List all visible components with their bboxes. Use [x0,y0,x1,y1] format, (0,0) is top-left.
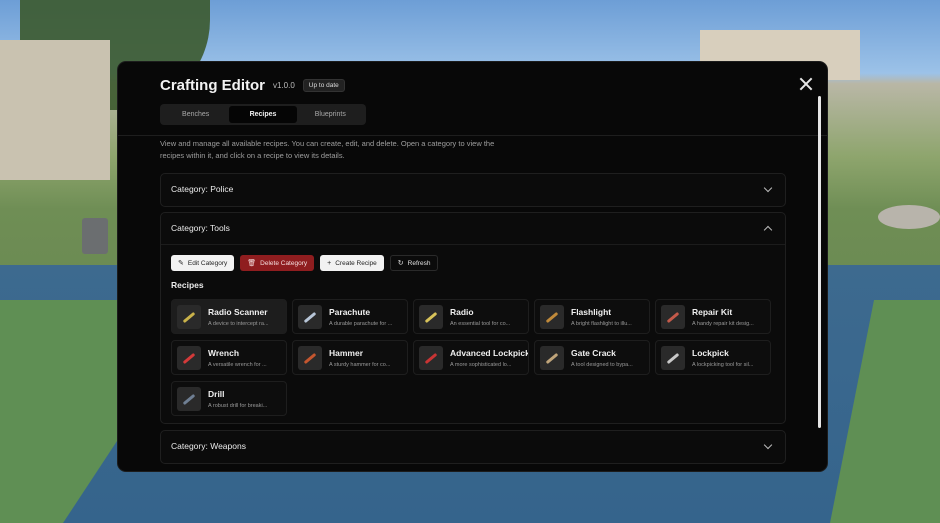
tab-recipes[interactable]: Recipes [229,106,297,123]
category-header[interactable]: Category: Police [161,174,785,204]
tab-bar: Benches Recipes Blueprints [160,104,366,125]
button-label: Refresh [407,259,431,267]
recipe-description: An essential tool for co... [450,321,511,327]
category-weapons: Category: Weapons [160,430,786,464]
recipe-description: A versatile wrench for ... [208,362,267,368]
recipe-description: A handy repair kit desig... [692,321,754,327]
recipe-description: A durable parachute for ... [329,321,393,327]
recipe-name: Lockpick [692,348,729,358]
category-title: Category: Weapons [171,441,246,451]
version-label: v1.0.0 [273,80,295,90]
refresh-icon: ↻ [397,259,404,267]
category-header[interactable]: Category: Weapons [161,431,785,461]
recipe-card[interactable]: Wrench A versatile wrench for ... [171,340,287,375]
recipe-name: Repair Kit [692,307,733,317]
recipe-name: Parachute [329,307,371,317]
category-header[interactable]: Category: Tools [161,213,785,243]
wrench-icon [177,346,201,370]
recipe-card[interactable]: Flashlight A bright flashlight to illu... [534,299,650,334]
scrollbar[interactable] [818,96,821,428]
recipe-description: A bright flashlight to illu... [571,321,632,327]
recipe-card[interactable]: Repair Kit A handy repair kit desig... [655,299,771,334]
recipe-card[interactable]: Hammer A sturdy hammer for co... [292,340,408,375]
parachute-icon [298,305,322,329]
category-tools: Category: Tools ✎ Edit Category 🗑 Delete… [160,212,786,424]
modal-title: Crafting Editor [160,76,265,94]
background-building [0,40,110,180]
crafting-editor-modal: Crafting Editor v1.0.0 Up to date Benche… [118,62,827,471]
flashlight-icon [540,305,564,329]
hammer-icon [298,346,322,370]
drill-icon [540,346,564,370]
toolbox-icon [661,305,685,329]
category-title: Category: Police [171,184,234,194]
recipe-card[interactable]: Lockpick A lockpicking tool for sil... [655,340,771,375]
button-label: Create Recipe [335,259,377,267]
category-title: Category: Tools [171,223,230,233]
recipe-description: A robust drill for breaki... [208,403,268,409]
chevron-down-icon [763,440,773,449]
recipe-name: Radio [450,307,474,317]
drill-icon [177,387,201,411]
recipe-card[interactable]: Advanced Lockpick A more sophisticated lo… [413,340,529,375]
lockpick-icon [419,346,443,370]
recipe-card[interactable]: Gate Crack A tool designed to bypa... [534,340,650,375]
recipes-heading: Recipes [171,280,204,290]
category-divider [161,244,785,245]
button-label: Edit Category [187,259,228,267]
radio-icon [419,305,443,329]
status-badge: Up to date [302,78,345,92]
lock-icon [661,346,685,370]
category-police: Category: Police [160,173,786,207]
delete-category-button[interactable]: 🗑 Delete Category [240,255,315,271]
create-recipe-button[interactable]: + Create Recipe [320,255,384,271]
button-label: Delete Category [260,259,308,267]
background-trash-bin [82,218,108,254]
recipe-name: Drill [208,389,225,399]
recipe-description: A device to intercept ra... [208,321,269,327]
refresh-button[interactable]: ↻ Refresh [389,255,439,271]
header-divider [118,135,827,136]
modal-header: Crafting Editor v1.0.0 Up to date [160,76,345,94]
edit-category-button[interactable]: ✎ Edit Category [171,255,235,271]
recipe-card[interactable]: Radio An essential tool for co... [413,299,529,334]
tab-benches[interactable]: Benches [162,106,229,123]
recipe-description: A more sophisticated lo... [450,362,512,368]
tab-blueprints[interactable]: Blueprints [297,106,364,123]
recipe-name: Gate Crack [571,348,616,358]
pencil-icon: ✎ [178,259,184,267]
category-actions: ✎ Edit Category 🗑 Delete Category + Crea… [171,255,439,271]
close-icon[interactable] [798,76,814,92]
recipe-description: A sturdy hammer for co... [329,362,391,368]
chevron-down-icon [763,183,773,192]
chevron-up-icon [763,225,773,234]
recipe-card[interactable]: Parachute A durable parachute for ... [292,299,408,334]
recipe-name: Wrench [208,348,240,358]
page-description: View and manage all available recipes. Y… [160,139,495,160]
recipe-name: Flashlight [571,307,612,317]
trash-icon: 🗑 [247,259,257,267]
recipe-description: A tool designed to bypa... [571,362,633,368]
recipe-card[interactable]: Radio Scanner A device to intercept ra... [171,299,287,334]
background-rock [878,205,940,229]
plus-icon: + [327,259,332,267]
recipe-name: Hammer [329,348,364,358]
recipe-card[interactable]: Drill A robust drill for breaki... [171,381,287,416]
scanner-icon [177,305,201,329]
recipe-name: Advanced Lockpick [450,348,528,358]
recipe-description: A lockpicking tool for sil... [692,362,754,368]
recipe-name: Radio Scanner [208,307,268,317]
